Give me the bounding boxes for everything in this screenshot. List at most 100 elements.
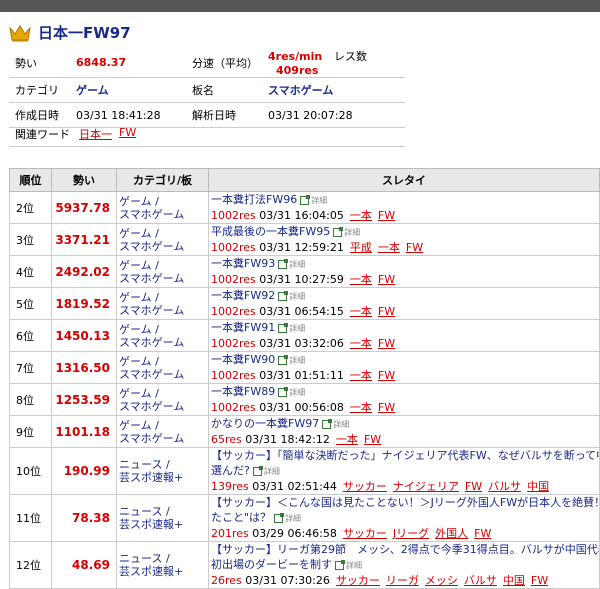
category-name[interactable]: ニュース / (119, 505, 170, 518)
external-link-icon[interactable] (252, 465, 263, 476)
tag-link[interactable]: メッシ (425, 574, 458, 587)
thread-link[interactable]: 一本糞FW89 (211, 385, 275, 398)
board-name[interactable]: 芸スポ速報+ (119, 565, 183, 578)
external-link-icon[interactable] (300, 194, 311, 205)
tag-link[interactable]: ナイジェリア (393, 480, 459, 493)
detail-link[interactable]: 詳細 (289, 260, 305, 269)
related-word-link[interactable]: FW (119, 126, 136, 139)
tag-link[interactable]: FW (465, 480, 482, 493)
board-name[interactable]: スマホゲーム (119, 304, 184, 317)
external-link-icon[interactable] (278, 322, 289, 333)
board-name[interactable]: スマホゲーム (119, 336, 184, 349)
related-word-link[interactable]: 日本一 (79, 126, 112, 142)
board-name[interactable]: 芸スポ速報+ (119, 471, 183, 484)
tag-link[interactable]: サッカー (343, 527, 387, 540)
external-link-icon[interactable] (278, 354, 289, 365)
category-name[interactable]: ゲーム / (119, 227, 159, 240)
thread-link-cont[interactable]: たこと"は？ (211, 511, 271, 524)
detail-link[interactable]: 詳細 (289, 324, 305, 333)
thread-link[interactable]: 【サッカー】＜こんな国は見たことない！＞Jリーグ外国人FWが日本人を絶賛！"驚 (211, 496, 599, 509)
detail-link[interactable]: 詳細 (289, 388, 305, 397)
tag-link[interactable]: FW (406, 241, 423, 254)
external-link-icon[interactable] (278, 258, 289, 269)
category-name[interactable]: ゲーム / (119, 291, 159, 304)
category-value[interactable]: ゲーム (70, 77, 186, 103)
tag-link[interactable]: FW (378, 337, 395, 350)
tag-link[interactable]: 一本 (350, 337, 372, 350)
category-name[interactable]: ゲーム / (119, 355, 159, 368)
tag-link[interactable]: 一本 (378, 241, 400, 254)
tag-link[interactable]: 平成 (350, 241, 372, 254)
board-name[interactable]: スマホゲーム (119, 432, 184, 445)
detail-link[interactable]: 詳細 (346, 561, 362, 570)
detail-link[interactable]: 詳細 (264, 467, 280, 476)
board-name[interactable]: 芸スポ速報+ (119, 518, 183, 531)
detail-link[interactable]: 詳細 (289, 356, 305, 365)
category-name[interactable]: ゲーム / (119, 195, 159, 208)
detail-link[interactable]: 詳細 (333, 420, 349, 429)
tag-link[interactable]: 一本 (350, 401, 372, 414)
category-cell[interactable]: ゲーム / スマホゲーム (116, 223, 209, 256)
detail-link[interactable]: 詳細 (285, 514, 301, 523)
tag-link[interactable]: バルサ (464, 574, 497, 587)
thread-link[interactable]: 【サッカー】リーガ第29節 メッシ、2得点で今季31得点目。バルサが中国代表FW (211, 543, 599, 556)
thread-link[interactable]: かなりの一本糞FW97 (211, 417, 319, 430)
tag-link[interactable]: FW (474, 527, 491, 540)
external-link-icon[interactable] (278, 290, 289, 301)
external-link-icon[interactable] (335, 559, 345, 570)
tag-link[interactable]: 中国 (527, 480, 549, 493)
thread-link[interactable]: 【サッカー】「簡単な決断だった」ナイジェリア代表FW、なぜバルサを断って中国 (211, 449, 599, 462)
tag-link[interactable]: 一本 (350, 209, 372, 222)
thread-link[interactable]: 平成最後の一本糞FW95 (211, 225, 330, 238)
thread-link[interactable]: 一本糞FW91 (211, 321, 275, 334)
thread-link[interactable]: 一本糞打法FW96 (211, 193, 297, 206)
tag-link[interactable]: FW (378, 401, 395, 414)
category-cell[interactable]: ニュース / 芸スポ速報+ (116, 541, 209, 589)
thread-link-cont[interactable]: 選んだ? (211, 464, 250, 477)
board-name[interactable]: スマホゲーム (119, 368, 184, 381)
category-name[interactable]: ニュース / (119, 552, 170, 565)
category-cell[interactable]: ゲーム / スマホゲーム (116, 255, 209, 288)
board-name[interactable]: スマホゲーム (119, 208, 184, 221)
board-value[interactable]: スマホゲーム (262, 77, 405, 103)
tag-link[interactable]: サッカー (343, 480, 387, 493)
external-link-icon[interactable] (322, 418, 333, 429)
tag-link[interactable]: FW (364, 433, 381, 446)
external-link-icon[interactable] (278, 386, 289, 397)
category-cell[interactable]: ゲーム / スマホゲーム (116, 415, 209, 448)
external-link-icon[interactable] (274, 512, 285, 523)
tag-link[interactable]: FW (378, 369, 395, 382)
detail-link[interactable]: 詳細 (311, 196, 327, 205)
category-name[interactable]: ゲーム / (119, 387, 159, 400)
tag-link[interactable]: 一本 (350, 273, 372, 286)
tag-link[interactable]: FW (378, 273, 395, 286)
tag-link[interactable]: FW (531, 574, 548, 587)
category-cell[interactable]: ゲーム / スマホゲーム (116, 319, 209, 352)
category-cell[interactable]: ゲーム / スマホゲーム (116, 383, 209, 416)
category-cell[interactable]: ゲーム / スマホゲーム (116, 191, 209, 224)
tag-link[interactable]: 一本 (336, 433, 358, 446)
board-name[interactable]: スマホゲーム (119, 400, 184, 413)
category-cell[interactable]: ニュース / 芸スポ速報+ (116, 494, 209, 542)
detail-link[interactable]: 詳細 (344, 228, 360, 237)
tag-link[interactable]: サッカー (336, 574, 380, 587)
board-name[interactable]: スマホゲーム (119, 240, 184, 253)
tag-link[interactable]: 外国人 (435, 527, 468, 540)
thread-link-cont[interactable]: 初出場のダービーを制す (211, 558, 332, 571)
tag-link[interactable]: 一本 (350, 305, 372, 318)
tag-link[interactable]: 一本 (350, 369, 372, 382)
thread-link[interactable]: 一本糞FW93 (211, 257, 275, 270)
board-name[interactable]: スマホゲーム (119, 272, 184, 285)
category-name[interactable]: ゲーム / (119, 323, 159, 336)
tag-link[interactable]: 中国 (503, 574, 525, 587)
thread-link[interactable]: 一本糞FW92 (211, 289, 275, 302)
category-cell[interactable]: ニュース / 芸スポ速報+ (116, 447, 209, 495)
tag-link[interactable]: バルサ (488, 480, 521, 493)
detail-link[interactable]: 詳細 (289, 292, 305, 301)
external-link-icon[interactable] (333, 226, 344, 237)
tag-link[interactable]: FW (378, 305, 395, 318)
category-cell[interactable]: ゲーム / スマホゲーム (116, 287, 209, 320)
category-cell[interactable]: ゲーム / スマホゲーム (116, 351, 209, 384)
tag-link[interactable]: リーガ (386, 574, 419, 587)
category-name[interactable]: ニュース / (119, 458, 170, 471)
